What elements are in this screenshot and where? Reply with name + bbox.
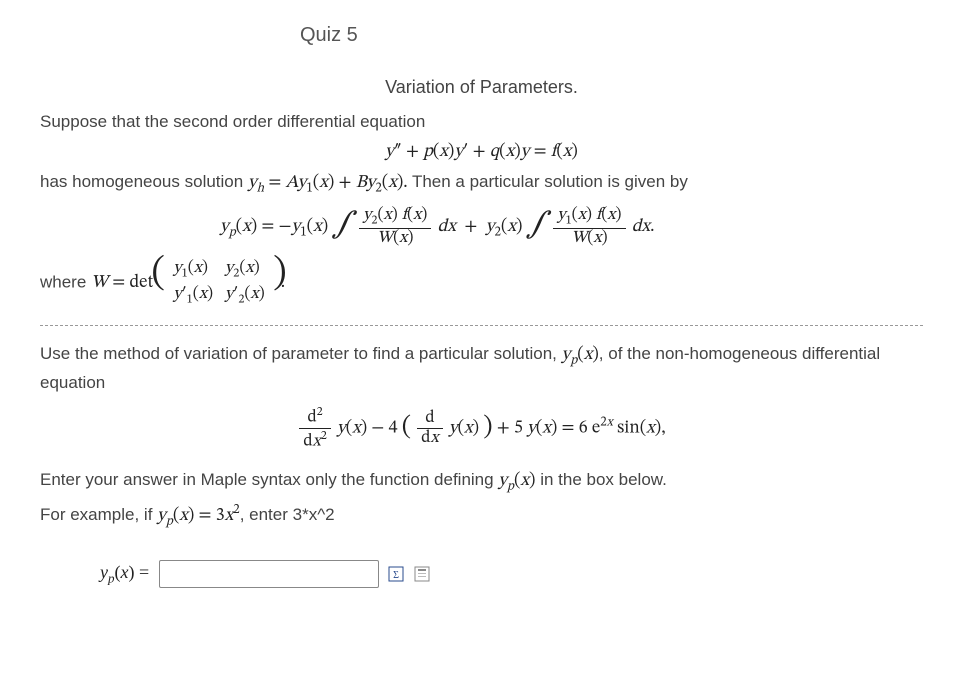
ode-general-form: y″ + p(x)y′ + q(x)y = f(x) — [40, 141, 923, 164]
answer-row: yp(x) = Σ — [100, 560, 923, 588]
example-math: yp(x) = 3x2 — [157, 507, 240, 525]
equation-editor-icon[interactable]: Σ — [387, 565, 405, 583]
instruction-1: Enter your answer in Maple syntax only t… — [40, 468, 923, 497]
yp-symbol-2: yp(x) — [498, 472, 535, 490]
instr2-post: , enter 3*x^2 — [240, 505, 335, 524]
answer-input[interactable] — [159, 560, 379, 588]
intro-line-2-post: Then a particular solution is given by — [412, 172, 688, 191]
instr1-post: in the box below. — [535, 470, 666, 489]
intro-line-1: Suppose that the second order differenti… — [40, 110, 923, 135]
divider — [40, 325, 923, 326]
answer-label: yp(x) = — [100, 562, 149, 587]
instruction-2: For example, if yp(x) = 3x2, enter 3*x^2 — [40, 502, 923, 532]
quiz-title: Quiz 5 — [300, 24, 923, 47]
where-line: where W = det y1(x) y2(x) y′1(x) y′2(x) … — [40, 257, 923, 309]
problem-line1-pre: Use the method of variation of parameter… — [40, 344, 562, 363]
intro-line-2-pre: has homogeneous solution — [40, 172, 248, 191]
yp-symbol: yp(x) — [562, 346, 599, 364]
problem-ode: d2 dx2 y(x) − 4 ( d dx y(x) ) + 5 y(x) =… — [40, 406, 923, 450]
where-pre: where — [40, 272, 91, 291]
wronskian-def: W = det y1(x) y2(x) y′1(x) y′2(x) . — [91, 274, 285, 292]
section-title: Variation of Parameters. — [40, 77, 923, 98]
intro-line-2: has homogeneous solution yh = Ay1(x) + B… — [40, 170, 923, 199]
problem-statement: Use the method of variation of parameter… — [40, 342, 923, 396]
instr1-pre: Enter your answer in Maple syntax only t… — [40, 470, 498, 489]
instr2-pre: For example, if — [40, 505, 157, 524]
preview-icon[interactable] — [413, 565, 431, 583]
homogeneous-solution: yh = Ay1(x) + By2(x). — [248, 174, 412, 192]
svg-text:Σ: Σ — [393, 570, 399, 581]
yp-formula: yp(x) = −y1(x) ∫ y2(x) f(x) W(x) dx + y2… — [220, 207, 923, 247]
